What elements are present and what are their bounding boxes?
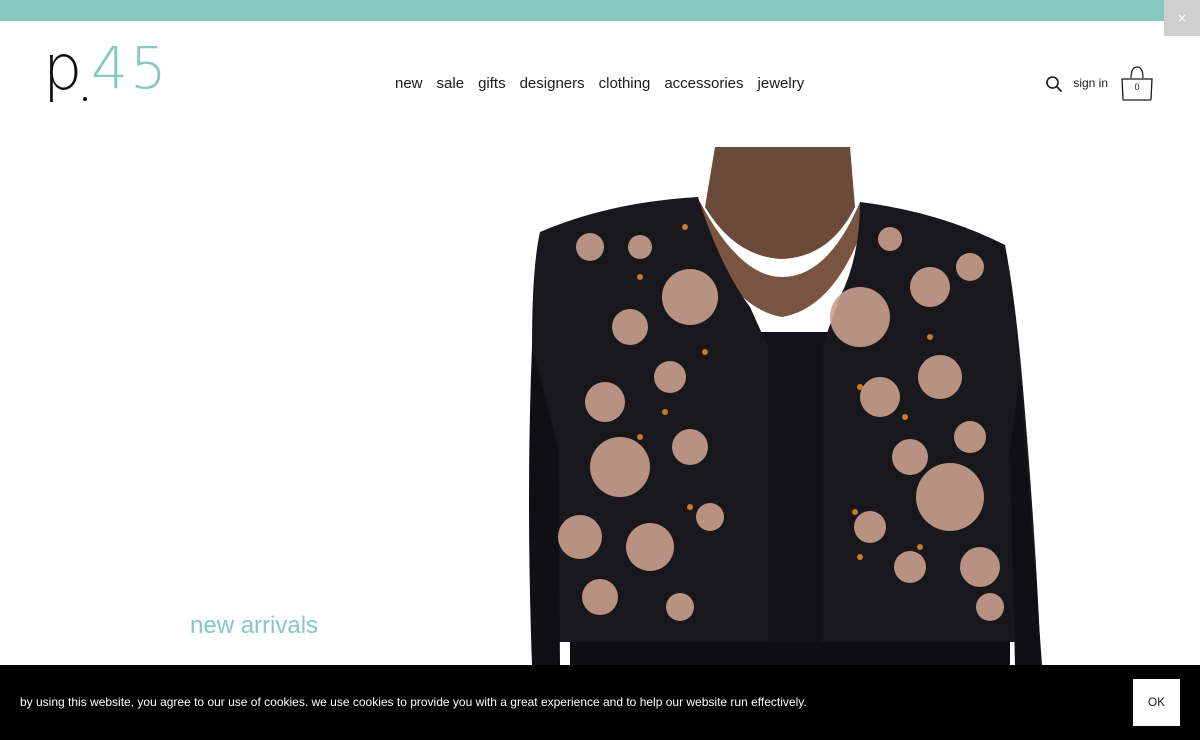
cookie-banner: by using this website, you agree to our … [0,665,1200,740]
hero-title[interactable]: new arrivals [190,612,318,640]
site-header: p 45 new sale gifts designers clothing a… [0,21,1200,147]
site-logo[interactable]: p 45 [43,37,173,119]
sign-in-link[interactable]: sign in [1073,76,1108,90]
header-actions: sign in 0 [1045,64,1154,102]
main-nav: new sale gifts designers clothing access… [395,75,804,92]
hero-image[interactable] [510,147,1070,665]
nav-item-accessories[interactable]: accessories [664,75,743,92]
cart-button[interactable]: 0 [1120,64,1154,102]
logo-dot [83,97,87,101]
logo-number: 45 [91,34,169,102]
cookie-message: by using this website, you agree to our … [20,695,807,709]
announcement-bar [0,0,1200,21]
nav-item-sale[interactable]: sale [437,75,465,92]
nav-item-new[interactable]: new [395,75,423,92]
nav-item-gifts[interactable]: gifts [478,75,506,92]
search-icon[interactable] [1045,75,1063,93]
nav-item-jewelry[interactable]: jewelry [758,75,805,92]
hero-banner: new arrivals [0,147,1200,665]
nav-item-designers[interactable]: designers [520,75,585,92]
cookie-ok-button[interactable]: OK [1133,679,1180,726]
logo-letter: p [43,31,82,104]
cart-count: 0 [1134,82,1140,92]
nav-item-clothing[interactable]: clothing [599,75,651,92]
